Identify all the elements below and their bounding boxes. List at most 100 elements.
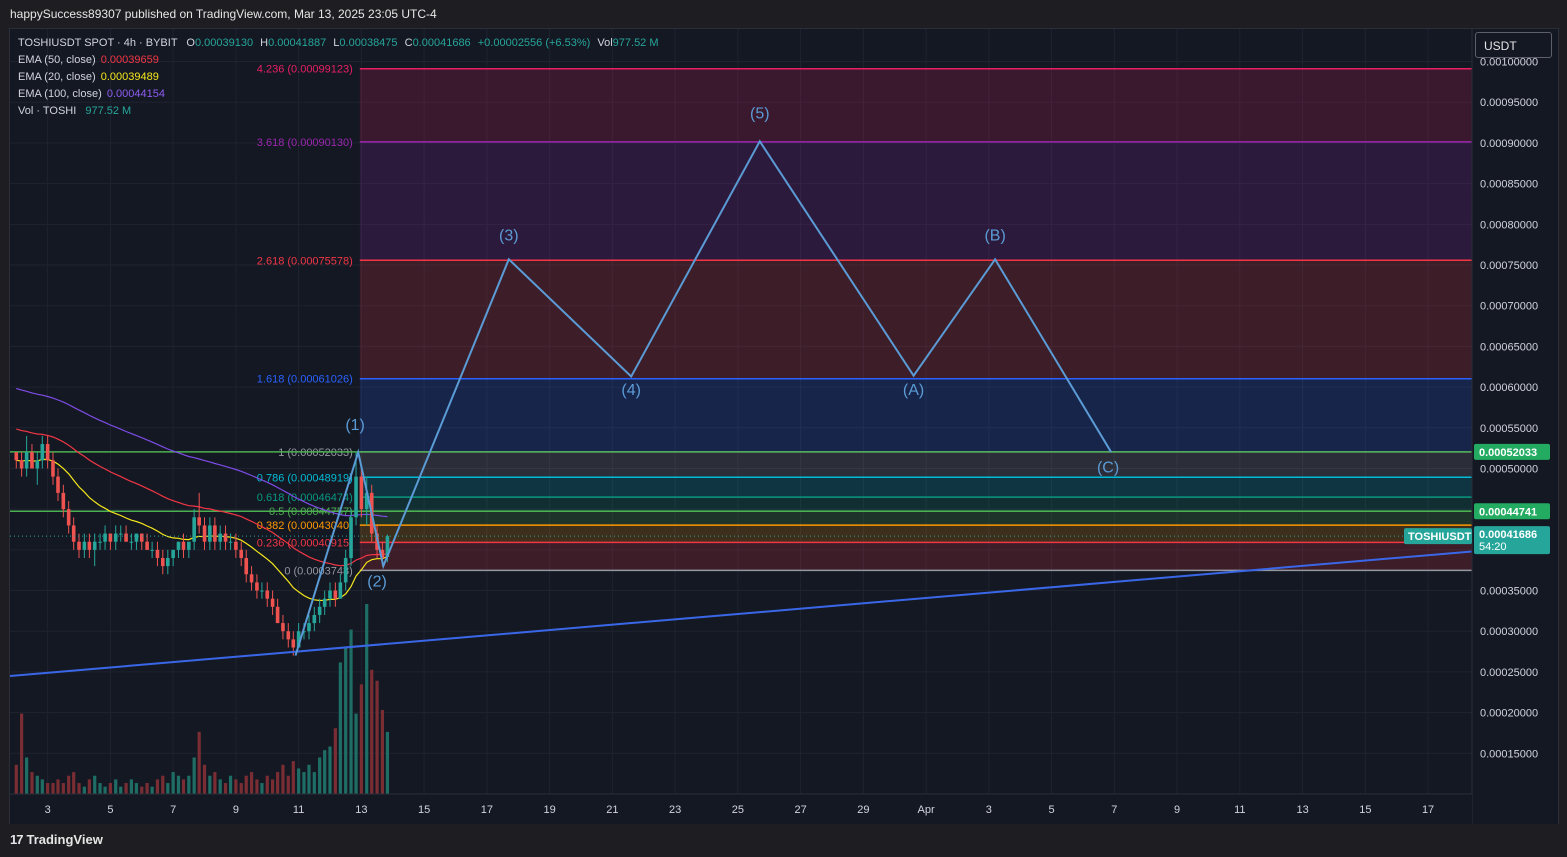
- volume-bar: [145, 783, 149, 794]
- time-tick-label: 3: [986, 804, 992, 816]
- volume-bar: [365, 604, 369, 794]
- volume-bar: [281, 764, 285, 794]
- volume-bar: [140, 786, 144, 794]
- candle-body: [349, 517, 353, 558]
- currency-button[interactable]: USDT: [1475, 32, 1552, 58]
- candle-body: [30, 452, 34, 469]
- candle-body: [322, 598, 327, 607]
- fib-label-0.786: 0.786 (0.00048919): [257, 472, 353, 484]
- volume-bar: [270, 779, 275, 794]
- time-tick-label: 9: [233, 804, 239, 816]
- tradingview-logo[interactable]: 17 TradingView: [10, 832, 103, 847]
- legend-vol-label: Vol: [597, 37, 613, 49]
- candle-body: [197, 517, 201, 526]
- wave-label: (5): [750, 106, 770, 123]
- candle-body: [281, 623, 285, 632]
- volume-bar: [338, 662, 342, 794]
- volume-bar: [82, 786, 86, 794]
- legend-ema50-row[interactable]: EMA (50, close) 0.00039659: [18, 52, 659, 69]
- volume-bar: [25, 757, 29, 794]
- volume-bar: [286, 775, 290, 794]
- volume-bar: [234, 779, 238, 794]
- wave-label: (B): [984, 228, 1005, 245]
- fib-zone-1: [359, 451, 1473, 478]
- time-tick-label: 9: [1174, 804, 1180, 816]
- volume-bar: [249, 772, 254, 794]
- time-tick-label: 29: [857, 804, 869, 816]
- price-tick-label: 0.00085000: [1480, 179, 1538, 191]
- volume-bar: [344, 647, 348, 794]
- price-label-text: 0.00052033: [1479, 447, 1537, 459]
- volume-bar: [359, 684, 363, 794]
- candle-body: [124, 533, 128, 542]
- price-tick-label: 0.00020000: [1480, 708, 1538, 720]
- ema100-value: 0.00044154: [106, 88, 165, 100]
- candle-body: [291, 639, 296, 648]
- tradingview-logo-icon: 17: [10, 832, 24, 847]
- volume-bar: [354, 713, 358, 794]
- volume-bar: [202, 764, 207, 794]
- candle-body: [187, 541, 191, 550]
- chart-pane[interactable]: 0 (0.0003748) 0.236 (0.00040915) 0.382 (0.…: [9, 28, 1559, 825]
- candle-body: [176, 541, 181, 550]
- legend-ema20-row[interactable]: EMA (20, close) 0.00039489: [18, 69, 659, 86]
- volume-bar: [197, 731, 201, 794]
- candle-body: [249, 574, 254, 583]
- time-tick-label: Apr: [918, 804, 935, 816]
- fib-zone-2.618: [359, 260, 1473, 379]
- legend-volume-row[interactable]: Vol · TOSHI 977.52 M: [18, 103, 659, 120]
- volume-bar: [176, 775, 181, 794]
- candle-body: [113, 533, 118, 542]
- volume-bar: [35, 775, 39, 794]
- volume-bar: [155, 779, 160, 794]
- candle-body: [317, 606, 322, 615]
- volume-bars: [14, 604, 390, 794]
- volume-bar: [108, 783, 112, 794]
- candle-body: [139, 533, 144, 542]
- volume-bar: [255, 779, 259, 794]
- candle-body: [228, 541, 233, 543]
- time-tick-label: 17: [1422, 804, 1434, 816]
- volume-bar: [370, 669, 374, 794]
- candle-body: [208, 525, 212, 542]
- volume-bar: [98, 783, 102, 794]
- candle-body: [234, 541, 238, 550]
- wave-label: (2): [367, 573, 387, 590]
- volume-bar: [333, 728, 337, 794]
- volume-bar: [328, 746, 332, 794]
- volume-bar: [124, 783, 128, 794]
- volume-bar: [265, 775, 269, 794]
- volume-bar: [192, 757, 196, 794]
- price-tick-label: 0.00060000: [1480, 382, 1538, 394]
- volume-bar: [297, 768, 301, 794]
- volume-bar: [46, 783, 50, 794]
- time-tick-label: 17: [481, 804, 493, 816]
- volume-bar: [56, 779, 60, 794]
- price-chart[interactable]: 0 (0.0003748) 0.236 (0.00040915) 0.382 (0.…: [10, 29, 1558, 824]
- legend-symbol[interactable]: TOSHIUSDT SPOT · 4h · BYBIT: [18, 37, 177, 49]
- candle-body: [255, 582, 259, 591]
- volume-bar: [114, 779, 118, 794]
- volume-bar: [134, 783, 139, 794]
- candle-body: [192, 517, 196, 542]
- wave-label: (3): [499, 228, 519, 245]
- legend-ema100-row[interactable]: EMA (100, close) 0.00044154: [18, 86, 659, 103]
- candle-body: [129, 541, 134, 543]
- candle-body: [160, 557, 165, 567]
- time-tick-label: 13: [355, 804, 367, 816]
- time-tick-label: 5: [107, 804, 113, 816]
- wave-label: (A): [903, 382, 924, 399]
- candle-body: [354, 476, 358, 518]
- volume-bar: [93, 775, 97, 794]
- volume-bar: [260, 783, 264, 794]
- candle-body: [56, 476, 60, 493]
- candle-body: [134, 533, 139, 542]
- candle-body: [244, 557, 249, 575]
- time-tick-label: 23: [669, 804, 681, 816]
- tradingview-logo-text: TradingView: [26, 832, 103, 847]
- time-tick-label: 21: [606, 804, 618, 816]
- volume-bar: [318, 757, 322, 794]
- volume-bar: [276, 772, 280, 794]
- legend-high-label: H: [260, 37, 269, 49]
- candle-body: [270, 598, 275, 607]
